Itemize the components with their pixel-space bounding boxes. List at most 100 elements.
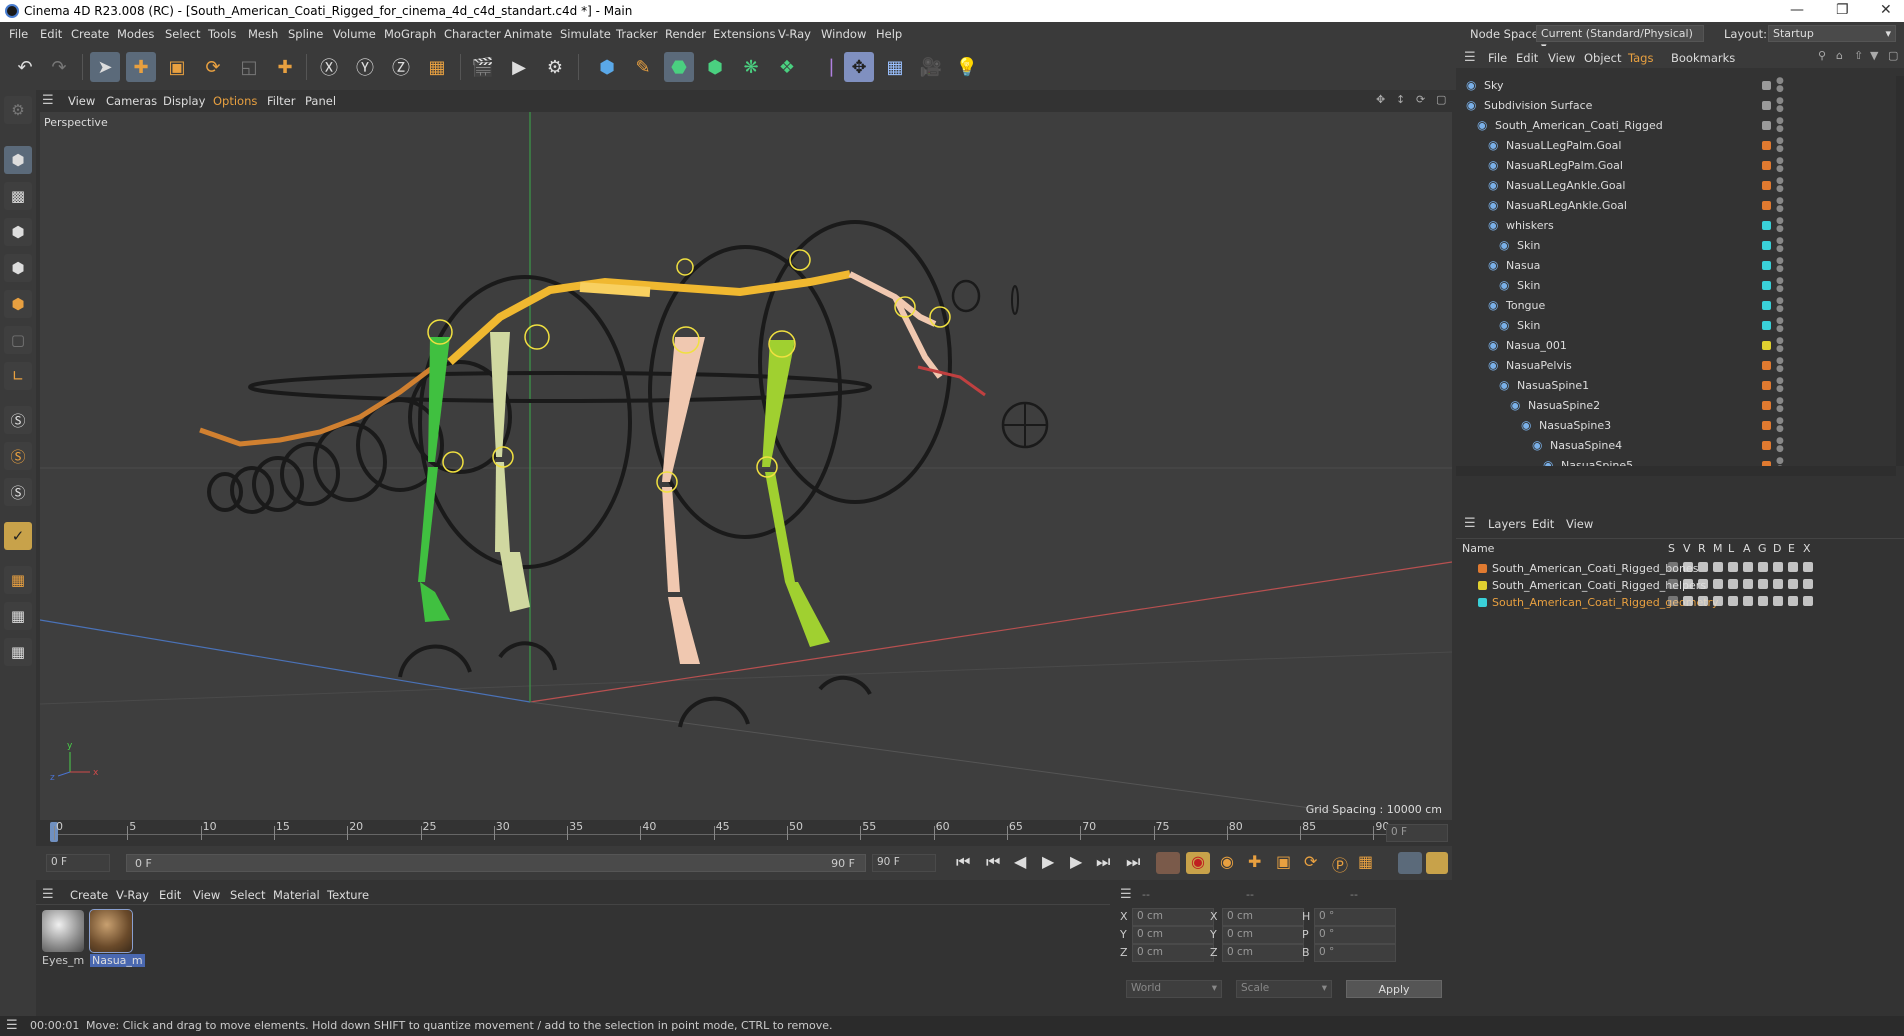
record-keys-icon[interactable] — [1156, 852, 1180, 874]
layer-color-swatch[interactable] — [1762, 121, 1771, 130]
layer-color-swatch[interactable] — [1762, 341, 1771, 350]
coord-value-field[interactable]: 0 ° — [1314, 944, 1396, 962]
object-row[interactable]: ◉ Skin ● ● — [1456, 316, 1896, 336]
visibility-dots-icon[interactable]: ●● — [1776, 217, 1784, 234]
layer-color-swatch[interactable] — [1762, 441, 1771, 450]
layer-flag-toggle[interactable] — [1758, 562, 1768, 572]
key-position-icon[interactable]: ✚ — [1248, 852, 1261, 871]
layer-color-swatch[interactable] — [1762, 261, 1771, 270]
object-menu-object[interactable]: Object — [1584, 51, 1621, 65]
layer-color-swatch[interactable] — [1762, 81, 1771, 90]
object-row[interactable]: ◉ Nasua ● ● — [1456, 256, 1896, 276]
rotate-view-icon[interactable]: ⟳ — [1416, 93, 1425, 106]
play-icon[interactable]: ▶ — [1042, 852, 1054, 871]
visibility-dots-icon[interactable]: ●● — [1776, 317, 1784, 334]
move-tool-icon[interactable]: ✚ — [126, 52, 156, 82]
object-menu-tags[interactable]: Tags — [1628, 51, 1653, 65]
go-to-end-icon[interactable]: ⏭ — [1126, 852, 1140, 872]
layer-flag-toggle[interactable] — [1743, 579, 1753, 589]
material-menu-edit[interactable]: Edit — [159, 888, 181, 902]
home-icon[interactable]: ⌂ — [1836, 49, 1843, 62]
previous-key-icon[interactable]: ⏮ — [986, 852, 1000, 872]
layer-menu-edit[interactable]: Edit — [1532, 517, 1554, 531]
coord-value-field[interactable]: 0 ° — [1314, 908, 1396, 926]
layer-color-swatch[interactable] — [1762, 401, 1771, 410]
menu-animate[interactable]: Animate — [504, 27, 552, 41]
visibility-dots-icon[interactable]: ●● — [1776, 117, 1784, 134]
layer-flag-toggle[interactable] — [1713, 579, 1723, 589]
layer-flag-toggle[interactable] — [1683, 596, 1693, 606]
texture-mode-icon[interactable]: ▩ — [4, 182, 32, 210]
up-arrow-icon[interactable]: ⇧ — [1854, 49, 1863, 62]
layer-flag-toggle[interactable] — [1803, 596, 1813, 606]
key-rotation-icon[interactable]: ⟳ — [1304, 852, 1317, 871]
object-row[interactable]: ◉ NasuaLLegAnkle.Goal ● ● — [1456, 176, 1896, 196]
3d-viewport[interactable]: y x z Perspective Grid Spacing : 10000 c… — [40, 112, 1452, 820]
layer-flag-toggle[interactable] — [1773, 579, 1783, 589]
layer-flag-toggle[interactable] — [1773, 562, 1783, 572]
apply-button[interactable]: Apply — [1346, 980, 1442, 998]
zoom-view-icon[interactable]: ↕ — [1396, 93, 1405, 106]
layer-color-swatch[interactable] — [1762, 361, 1771, 370]
material-thumb-eyes[interactable] — [42, 910, 84, 952]
frame-range-slider[interactable]: 0 F 90 F — [126, 854, 866, 872]
hamburger-icon[interactable]: ☰ — [6, 1018, 18, 1033]
layer-flag-toggle[interactable] — [1803, 562, 1813, 572]
key-pla-icon[interactable]: ▦ — [1358, 852, 1373, 871]
rotate-tool-icon[interactable]: ⟳ — [198, 52, 228, 82]
minimize-icon[interactable]: — — [1790, 2, 1804, 18]
field-icon[interactable]: ✥ — [844, 52, 874, 82]
hamburger-icon[interactable]: ☰ — [1464, 50, 1476, 65]
hamburger-icon[interactable]: ☰ — [42, 93, 54, 108]
layer-color-swatch[interactable] — [1478, 581, 1487, 590]
layer-color-swatch[interactable] — [1478, 598, 1487, 607]
object-vertical-scrollbar[interactable] — [1896, 76, 1904, 466]
layer-flag-toggle[interactable] — [1698, 562, 1708, 572]
material-thumb-nasua[interactable] — [89, 909, 133, 953]
layer-flag-toggle[interactable] — [1698, 579, 1708, 589]
visibility-dots-icon[interactable]: ●● — [1776, 357, 1784, 374]
key-scale-icon[interactable]: ▣ — [1276, 852, 1291, 871]
undo-icon[interactable]: ↶ — [10, 52, 40, 82]
layer-flag-toggle[interactable] — [1728, 596, 1738, 606]
menu-vray[interactable]: V-Ray — [778, 27, 811, 41]
layer-row[interactable]: South_American_Coati_Rigged_helpers — [1456, 577, 1904, 594]
object-row[interactable]: ◉ NasuaSpine2 ● ● — [1456, 396, 1896, 416]
start-frame-field[interactable]: 0 F — [46, 854, 110, 872]
visibility-dots-icon[interactable]: ●● — [1776, 77, 1784, 94]
viewport-menu-panel[interactable]: Panel — [305, 94, 336, 108]
layer-flag-toggle[interactable] — [1743, 562, 1753, 572]
object-row[interactable]: ◉ NasuaPelvis ● ● — [1456, 356, 1896, 376]
snap-settings-icon[interactable]: Ⓢ — [4, 442, 32, 470]
material-menu-vray[interactable]: V-Ray — [116, 888, 149, 902]
hamburger-icon[interactable]: ☰ — [1464, 516, 1476, 531]
material-menu-create[interactable]: Create — [70, 888, 108, 902]
layer-flag-toggle[interactable] — [1668, 562, 1678, 572]
mograph-icon[interactable]: ❖ — [772, 52, 802, 82]
menu-render[interactable]: Render — [665, 27, 706, 41]
render-picture-viewer-icon[interactable]: ▶ — [504, 52, 534, 82]
quantize-icon[interactable]: Ⓢ — [4, 478, 32, 506]
go-to-start-icon[interactable]: ⏮ — [956, 852, 970, 872]
hamburger-icon[interactable]: ☰ — [42, 887, 54, 902]
camera-icon[interactable]: 🎥 — [916, 52, 946, 82]
polygon-mode-icon[interactable]: ⬢ — [4, 290, 32, 318]
render-settings-icon[interactable]: ⚙ — [540, 52, 570, 82]
layer-flag-toggle[interactable] — [1668, 596, 1678, 606]
visibility-dots-icon[interactable]: ●● — [1776, 97, 1784, 114]
extrude-icon[interactable]: ⬢ — [700, 52, 730, 82]
end-frame-field[interactable]: 90 F — [872, 854, 936, 872]
viewport-menu-view[interactable]: View — [68, 94, 95, 108]
layer-color-swatch[interactable] — [1762, 321, 1771, 330]
layer-flag-toggle[interactable] — [1683, 562, 1693, 572]
menu-edit[interactable]: Edit — [40, 27, 62, 41]
previous-frame-icon[interactable]: ◀ — [1014, 852, 1026, 871]
visibility-dots-icon[interactable]: ●● — [1776, 257, 1784, 274]
layer-menu-layers[interactable]: Layers — [1488, 517, 1526, 531]
object-row[interactable]: ◉ Skin ● ● — [1456, 276, 1896, 296]
menu-spline[interactable]: Spline — [288, 27, 323, 41]
object-row[interactable]: ◉ Subdivision Surface ● ● — [1456, 96, 1896, 116]
layer-flag-toggle[interactable] — [1758, 579, 1768, 589]
snap-icon[interactable]: Ⓢ — [4, 406, 32, 434]
autokey-icon[interactable]: ◉ — [1186, 852, 1210, 874]
